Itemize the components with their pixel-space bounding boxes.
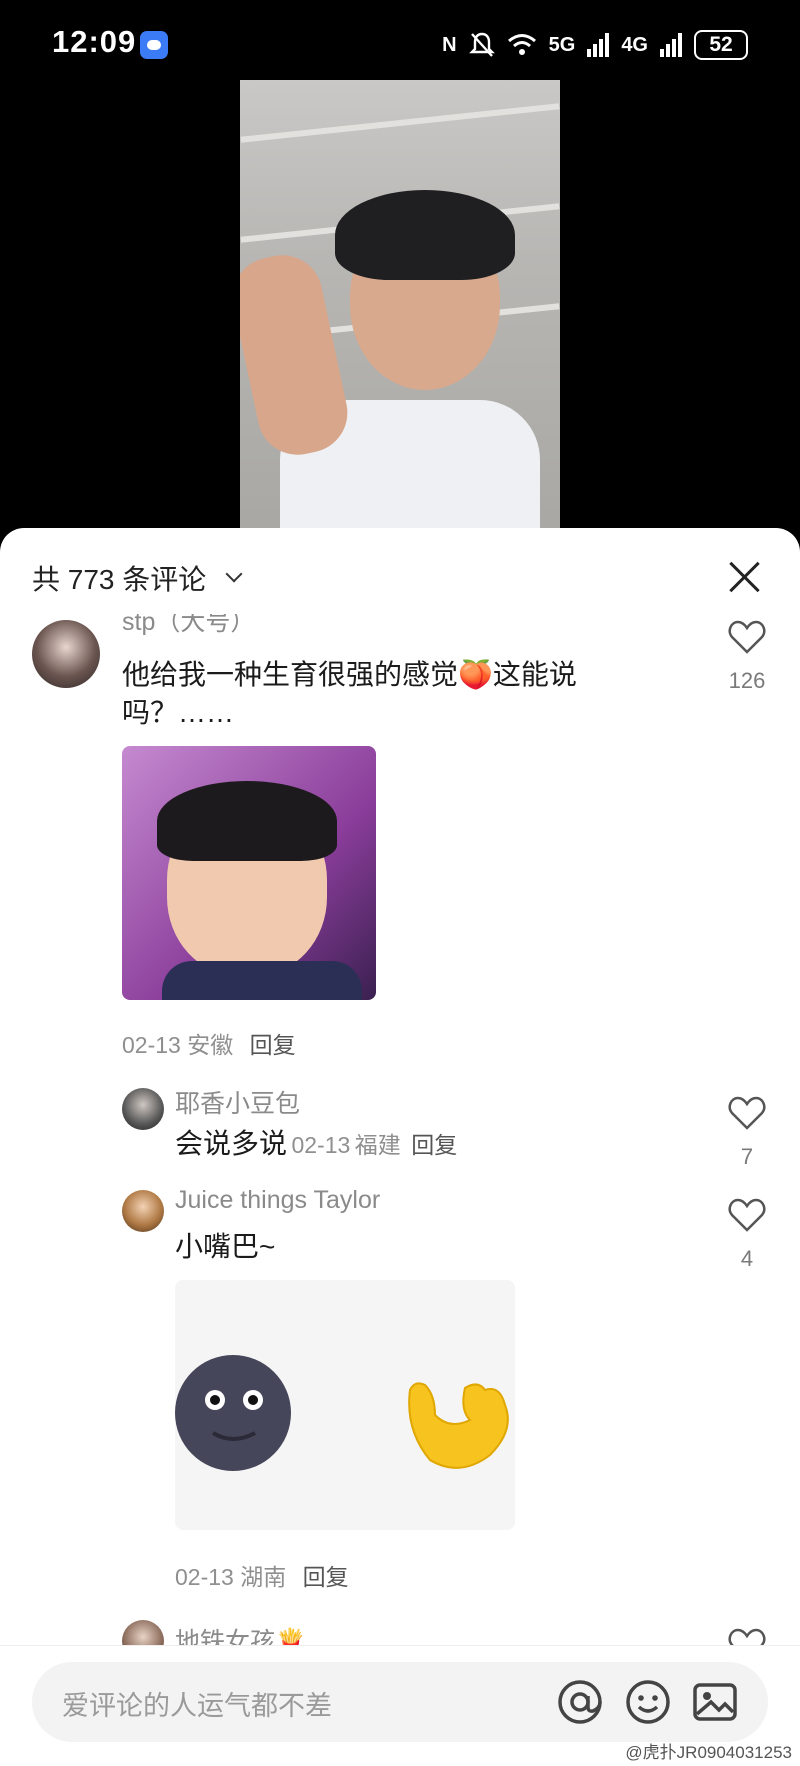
emoji-icon[interactable] <box>620 1674 676 1730</box>
comment-date: 02-13 <box>122 1032 181 1058</box>
network-5g-label: 5G <box>548 33 576 56</box>
network-4g-label: 4G <box>621 33 648 56</box>
reply-meta: 02-13 湖南 回复 <box>175 1558 349 1592</box>
reply-location: 福建 <box>354 1132 401 1158</box>
comment-input-bar: 爱评论的人运气都不差 @虎扑JR0904031253 <box>0 1645 800 1766</box>
image-shirt <box>162 961 362 1000</box>
chevron-down-icon[interactable] <box>225 565 243 583</box>
comment-count-title[interactable]: 共 773 条评论 <box>32 558 206 598</box>
reply-button[interactable]: 回复 <box>250 1032 296 1058</box>
moon-face-icon <box>175 1355 291 1471</box>
reply-username[interactable]: 耶香小豆包 <box>175 1084 300 1120</box>
reply-location: 湖南 <box>240 1564 287 1590</box>
reply-text: 小嘴巴~ <box>175 1231 276 1262</box>
like-button[interactable] <box>728 1096 766 1130</box>
comment-location: 安徽 <box>187 1032 234 1058</box>
reply-username[interactable]: Juice things Taylor <box>175 1186 380 1215</box>
comment-meta: 02-13 安徽 回复 <box>122 1026 296 1060</box>
watermark-text: @虎扑JR0904031253 <box>625 1743 792 1762</box>
comment-username[interactable]: stp（大号） <box>122 614 255 636</box>
heart-icon <box>728 1096 766 1130</box>
comment-image[interactable] <box>122 746 376 1000</box>
comment-input-placeholder[interactable]: 爱评论的人运气都不差 <box>62 1684 332 1723</box>
status-bar: 12:09 N 5G 4G 52 <box>0 0 800 80</box>
heart-icon <box>728 1198 766 1232</box>
avatar[interactable] <box>32 620 100 688</box>
comment-text: 他给我一种生育很强的感觉🍑这能说吗？…… <box>122 659 577 728</box>
heart-icon <box>728 620 766 654</box>
reply-date: 02-13 <box>175 1564 234 1590</box>
comments-sheet: 共 773 条评论 stp（大号） 他给我一种生育很强的感觉🍑这能说吗？…… 0… <box>0 528 800 1765</box>
like-count: 7 <box>740 1144 754 1169</box>
wifi-icon <box>507 34 536 55</box>
avatar[interactable] <box>122 1088 164 1130</box>
reply-text: 会说多说 <box>175 1128 288 1159</box>
background-stair <box>240 103 560 143</box>
reply-body: 会说多说 02-13 福建 回复 <box>175 1125 457 1163</box>
mute-bell-icon <box>468 32 495 57</box>
image-icon[interactable] <box>687 1674 743 1730</box>
flexed-biceps-icon <box>408 1382 509 1469</box>
nfc-icon: N <box>442 33 457 56</box>
video-player[interactable] <box>0 80 800 540</box>
signal-icon <box>587 33 610 57</box>
at-icon[interactable] <box>552 1674 608 1730</box>
battery-icon: 52 <box>694 30 748 60</box>
avatar[interactable] <box>122 1190 164 1232</box>
reply-button[interactable]: 回复 <box>411 1132 457 1158</box>
reply-date: 02-13 <box>291 1132 351 1158</box>
close-icon[interactable] <box>726 558 762 594</box>
video-frame <box>240 80 560 540</box>
reply-button[interactable]: 回复 <box>303 1564 349 1590</box>
person-arm <box>240 247 355 463</box>
like-button[interactable] <box>728 1198 766 1232</box>
person-hair <box>335 190 515 280</box>
reply-image[interactable] <box>175 1280 515 1530</box>
like-button[interactable] <box>728 620 766 654</box>
signal-icon <box>660 33 682 57</box>
like-count: 126 <box>728 668 766 693</box>
comment-input[interactable]: 爱评论的人运气都不差 <box>32 1662 768 1742</box>
message-notification-icon <box>140 31 168 59</box>
status-time: 12:09 <box>52 24 137 59</box>
like-count: 4 <box>740 1246 754 1271</box>
status-icons: N 5G 4G 52 <box>442 28 748 62</box>
image-hair <box>157 781 337 861</box>
